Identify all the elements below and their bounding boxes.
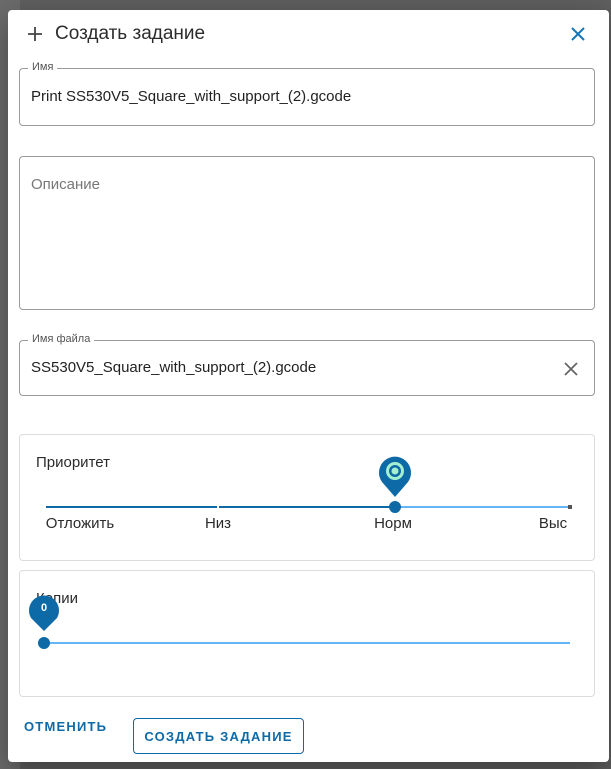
dialog-header: Создать задание <box>8 10 609 58</box>
copies-slider-thumb[interactable] <box>38 637 50 649</box>
priority-mark-low: Низ <box>204 515 232 532</box>
priority-tick-high <box>568 505 572 509</box>
priority-slider-thumb[interactable] <box>389 501 401 513</box>
name-field-legend: Имя <box>28 61 58 73</box>
priority-label: Приоритет <box>36 454 110 471</box>
cancel-button[interactable]: ОТМЕНИТЬ <box>24 719 107 734</box>
filename-field[interactable]: Имя файла SS530V5_Square_with_support_(2… <box>19 333 595 396</box>
description-placeholder: Описание <box>31 176 101 193</box>
location-pin-icon <box>379 456 411 497</box>
priority-panel: Приоритет Отложить Низ Норм Выс <box>19 434 595 561</box>
name-field-value: Print SS530V5_Square_with_support_(2).gc… <box>31 88 352 105</box>
name-field[interactable]: Имя Print SS530V5_Square_with_support_(2… <box>19 61 595 126</box>
plus-icon <box>28 27 42 41</box>
priority-mark-defer: Отложить <box>45 515 115 532</box>
priority-mark-normal: Норм <box>374 515 412 532</box>
copies-panel: Копии 0 <box>19 570 595 697</box>
priority-tick-low <box>217 505 219 509</box>
copies-value-label: 0 <box>40 602 48 614</box>
description-field[interactable]: Описание <box>19 156 595 310</box>
create-job-dialog: Создать задание Имя Print SS530V5_Square… <box>8 10 609 762</box>
close-icon[interactable] <box>568 24 588 44</box>
priority-track-inactive[interactable] <box>396 506 570 508</box>
create-job-button[interactable]: СОЗДАТЬ ЗАДАНИЕ <box>133 718 304 754</box>
dialog-title: Создать задание <box>55 23 206 44</box>
priority-track-active[interactable] <box>46 506 396 508</box>
copies-track[interactable] <box>44 642 570 644</box>
filename-field-legend: Имя файла <box>28 333 95 345</box>
clear-icon[interactable] <box>562 360 580 378</box>
priority-mark-high: Выс <box>538 515 568 532</box>
filename-field-value: SS530V5_Square_with_support_(2).gcode <box>31 359 317 376</box>
